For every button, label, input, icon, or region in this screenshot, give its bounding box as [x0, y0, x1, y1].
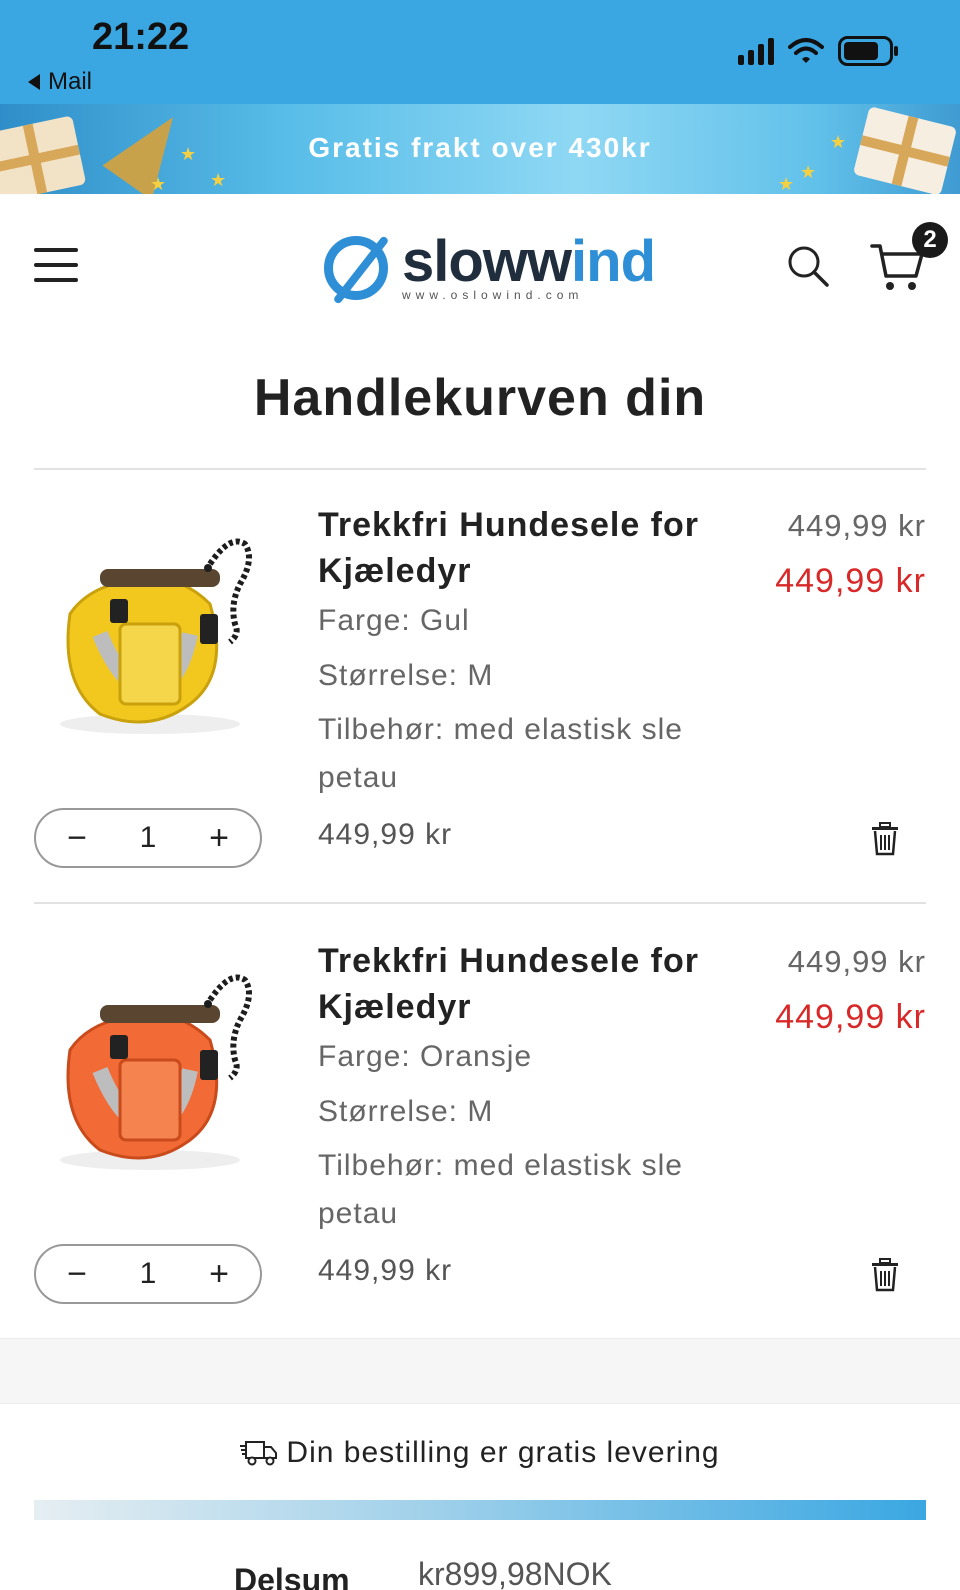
- quantity-value[interactable]: 1: [140, 821, 157, 855]
- cart-item: Trekkfri Hundesele for Kjæledyr Farge: G…: [0, 494, 960, 924]
- page-title: Handlekurven din: [253, 369, 707, 427]
- line-total: 449,99 kr: [318, 818, 453, 851]
- divider: [34, 902, 926, 904]
- shipping-notice: Din bestilling er gratis levering: [0, 1436, 960, 1470]
- trash-icon[interactable]: [870, 1258, 900, 1292]
- wifi-icon: [788, 38, 824, 63]
- increase-quantity-button[interactable]: +: [204, 1255, 234, 1294]
- star-icon: ★: [800, 162, 817, 182]
- section-separator: [0, 1338, 960, 1404]
- progress-fill: [34, 1500, 926, 1520]
- product-size: Størrelse: M: [318, 1095, 494, 1128]
- delivery-truck-icon: [240, 1441, 278, 1466]
- system-indicators: [738, 36, 900, 66]
- star-icon: ★: [778, 174, 795, 194]
- shipping-text: Din bestilling er gratis levering: [286, 1436, 720, 1469]
- product-accessory: Tilbehør: med elastisk sle petau: [318, 713, 683, 794]
- free-shipping-progress: [34, 1500, 926, 1520]
- star-icon: ★: [830, 132, 847, 152]
- star-icon: ★: [150, 174, 167, 194]
- product-image[interactable]: [40, 524, 270, 754]
- divider: [34, 468, 926, 470]
- back-arrow-icon: [28, 74, 40, 90]
- product-title[interactable]: Trekkfri Hundesele for Kjæledyr: [318, 502, 718, 594]
- decrease-quantity-button[interactable]: −: [62, 819, 92, 858]
- signal-icon: [738, 37, 774, 65]
- subtotal-label: Delsum: [234, 1562, 350, 1590]
- sale-price: 449,99 kr: [775, 998, 926, 1036]
- site-header: slowwind www.oslowind.com 2: [0, 194, 960, 334]
- back-to-mail-link[interactable]: Mail: [28, 68, 92, 96]
- status-bar: 21:22 Mail: [0, 0, 960, 104]
- cart-item: Trekkfri Hundesele for Kjæledyr Farge: O…: [0, 930, 960, 1360]
- cart-count-badge: 2: [912, 222, 948, 258]
- product-size: Størrelse: M: [318, 659, 494, 692]
- increase-quantity-button[interactable]: +: [204, 819, 234, 858]
- brand-logo[interactable]: slowwind www.oslowind.com: [320, 229, 656, 310]
- logo-wordmark: slowwind: [402, 229, 656, 294]
- quantity-stepper: − 1 +: [34, 808, 262, 868]
- quantity-value[interactable]: 1: [140, 1257, 157, 1291]
- decrease-quantity-button[interactable]: −: [62, 1255, 92, 1294]
- line-total: 449,99 kr: [318, 1254, 453, 1287]
- promo-text: Gratis frakt over 430kr: [308, 132, 652, 163]
- star-icon: ★: [210, 170, 227, 190]
- quantity-stepper: − 1 +: [34, 1244, 262, 1304]
- subtotal-value: kr899,98NOK: [418, 1556, 612, 1590]
- search-icon[interactable]: [786, 244, 830, 288]
- gift-box-icon: [852, 106, 958, 194]
- promo-banner[interactable]: ★ ★ ★ Gratis frakt over 430kr ★ ★ ★: [0, 104, 960, 194]
- logo-url: www.oslowind.com: [402, 288, 584, 302]
- product-title[interactable]: Trekkfri Hundesele for Kjæledyr: [318, 938, 718, 1030]
- original-price: 449,99 kr: [787, 508, 926, 543]
- original-price: 449,99 kr: [787, 944, 926, 979]
- product-color: Farge: Oransje: [318, 1040, 533, 1073]
- menu-icon[interactable]: [34, 248, 78, 282]
- status-time: 21:22: [92, 16, 190, 58]
- product-accessory: Tilbehør: med elastisk sle petau: [318, 1149, 683, 1230]
- battery-icon: [838, 36, 898, 66]
- trash-icon[interactable]: [870, 822, 900, 856]
- product-image[interactable]: [40, 960, 270, 1190]
- product-color: Farge: Gul: [318, 604, 470, 637]
- sale-price: 449,99 kr: [775, 562, 926, 600]
- back-app-label: Mail: [48, 68, 93, 95]
